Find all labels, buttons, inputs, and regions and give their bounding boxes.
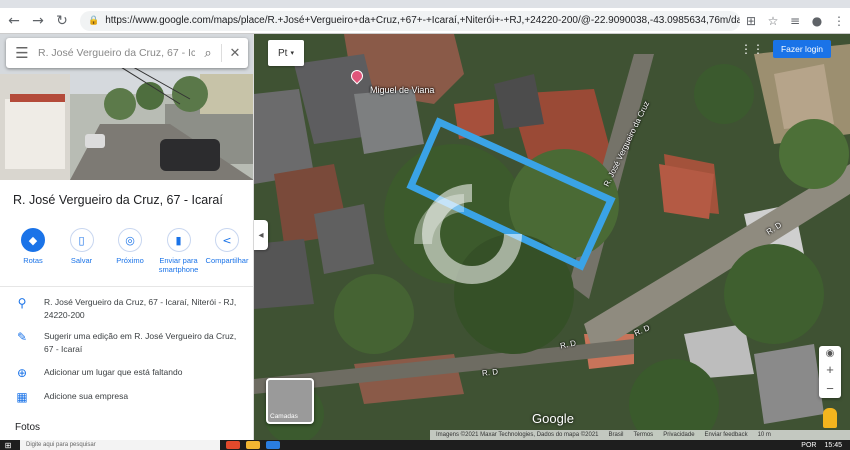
attribution-terms[interactable]: Termos — [634, 432, 654, 438]
reading-list-icon[interactable]: ≡ — [784, 11, 806, 31]
clock[interactable]: 15:45 — [824, 442, 842, 449]
location-pin-icon: ⚲ — [17, 296, 27, 310]
pencil-icon: ✎ — [16, 330, 28, 344]
extension-icon[interactable]: ⊞ — [740, 11, 762, 31]
action-buttons: ◆ Rotas ▯ Salvar ◎ Próximo ▮ Enviar para… — [10, 228, 250, 274]
share-button[interactable]: < Compartilhar — [204, 228, 250, 274]
suggest-edit-row[interactable]: ✎ Sugerir uma edição em R. José Vergueir… — [0, 330, 253, 356]
address-row[interactable]: ⚲ R. José Vergueiro da Cruz, 67 - Icaraí… — [0, 296, 253, 322]
photos-heading: Fotos — [15, 422, 41, 433]
share-label: Compartilhar — [205, 256, 249, 265]
chevron-down-icon: ▾ — [290, 49, 294, 57]
send-to-phone-label: Enviar para smartphone — [158, 256, 199, 274]
layers-label: Camadas — [270, 413, 298, 420]
phone-icon: ▮ — [166, 228, 191, 252]
layer-select-value: Pt — [278, 47, 288, 59]
tab-strip — [0, 0, 850, 8]
suggest-edit-text: Sugerir uma edição em R. José Vergueiro … — [44, 331, 237, 354]
share-icon: < — [215, 228, 239, 252]
zoom-in-button[interactable]: + — [826, 362, 834, 377]
taskbar-app-icon[interactable] — [226, 441, 240, 449]
add-missing-place-text: Adicionar um lugar que está faltando — [44, 367, 183, 377]
forward-icon[interactable]: → — [28, 11, 48, 31]
add-business-text: Adicione sua empresa — [44, 391, 129, 401]
satellite-map[interactable]: R. José Vergueiro da Cruz R. D R. D R. D… — [254, 34, 850, 440]
google-logo: Google — [532, 411, 574, 426]
star-icon[interactable]: ☆ — [762, 11, 784, 31]
address-text: R. José Vergueiro da Cruz, 67 - Icaraí, … — [44, 297, 237, 320]
search-box: ☰ R. José Vergueiro da Cruz, 67 - Ic ⌕ ✕ — [6, 38, 248, 68]
language-indicator[interactable]: POR — [801, 442, 816, 449]
profile-icon[interactable]: ● — [806, 11, 828, 31]
back-icon[interactable]: ← — [4, 11, 24, 31]
directions-button[interactable]: ◆ Rotas — [10, 228, 56, 274]
directions-icon: ◆ — [21, 228, 45, 252]
place-panel: ☰ R. José Vergueiro da Cruz, 67 - Ic ⌕ ✕… — [0, 34, 254, 440]
lock-icon: 🔒 — [88, 15, 100, 26]
windows-start-icon[interactable]: ⊞ — [0, 440, 16, 450]
layers-thumbnail[interactable]: Camadas — [266, 378, 314, 424]
taskbar-app-icon[interactable] — [246, 441, 260, 449]
apps-grid-icon[interactable]: ⋮⋮ — [740, 42, 764, 56]
login-button[interactable]: Fazer login — [773, 40, 831, 58]
taskbar-search-input[interactable]: Digite aqui para pesquisar — [20, 440, 220, 450]
attribution-country[interactable]: Brasil — [609, 432, 624, 438]
nearby-button[interactable]: ◎ Próximo — [107, 228, 153, 274]
poi-label[interactable]: Miguel de Viana — [370, 85, 434, 95]
screen: ← → ↻ 🔒 https://www.google.com/maps/plac… — [0, 0, 850, 450]
taskbar-app-icon[interactable] — [266, 441, 280, 449]
add-business-row[interactable]: ▦ Adicione sua empresa — [0, 390, 253, 404]
nearby-label: Próximo — [116, 256, 144, 265]
browser-chrome: ← → ↻ 🔒 https://www.google.com/maps/plac… — [0, 0, 850, 34]
send-to-phone-button[interactable]: ▮ Enviar para smartphone — [156, 228, 202, 274]
scale-label[interactable]: 10 m — [758, 432, 771, 438]
address-url: https://www.google.com/maps/place/R.+Jos… — [105, 15, 740, 26]
layer-select[interactable]: Pt ▾ — [268, 40, 304, 66]
close-icon[interactable]: ✕ — [222, 46, 248, 61]
attribution-feedback[interactable]: Enviar feedback — [705, 432, 748, 438]
divider — [0, 286, 253, 287]
place-title: R. José Vergueiro da Cruz, 67 - Icaraí — [13, 193, 223, 207]
bookmark-icon: ▯ — [69, 228, 94, 252]
add-missing-place-row[interactable]: ⊕ Adicionar um lugar que está faltando — [0, 366, 253, 380]
satellite-imagery — [254, 34, 850, 440]
attribution-imagery: Imagens ©2021 Maxar Technologies, Dados … — [436, 432, 599, 438]
menu-icon[interactable]: ⋮ — [828, 11, 850, 31]
nearby-icon: ◎ — [118, 228, 142, 252]
hamburger-menu-icon[interactable]: ☰ — [6, 44, 38, 62]
search-icon[interactable]: ⌕ — [195, 46, 221, 61]
my-location-icon[interactable]: ◉ — [826, 348, 835, 359]
taskbar: ⊞ Digite aqui para pesquisar POR 15:45 — [0, 440, 850, 450]
street-label-rd-4: R. D — [481, 367, 499, 378]
directions-label: Rotas — [23, 256, 43, 265]
address-bar[interactable]: 🔒 https://www.google.com/maps/place/R.+J… — [80, 10, 740, 31]
reload-icon[interactable]: ↻ — [52, 11, 72, 31]
save-button[interactable]: ▯ Salvar — [59, 228, 105, 274]
browser-toolbar: ← → ↻ 🔒 https://www.google.com/maps/plac… — [0, 8, 850, 34]
add-location-icon: ⊕ — [16, 366, 28, 380]
attribution-privacy[interactable]: Privacidade — [663, 432, 694, 438]
save-label: Salvar — [70, 256, 93, 265]
street-view-photo[interactable]: ☰ R. José Vergueiro da Cruz, 67 - Ic ⌕ ✕ — [0, 34, 253, 180]
store-icon: ▦ — [16, 390, 28, 404]
zoom-out-button[interactable]: − — [826, 381, 834, 396]
map-attribution: Imagens ©2021 Maxar Technologies, Dados … — [430, 430, 850, 440]
system-tray: POR 15:45 — [801, 442, 850, 449]
pegman-icon[interactable] — [823, 408, 837, 428]
zoom-controls: ◉ + − — [819, 346, 841, 398]
search-input[interactable]: R. José Vergueiro da Cruz, 67 - Ic — [38, 47, 195, 59]
collapse-panel-button[interactable]: ◂ — [254, 220, 268, 250]
